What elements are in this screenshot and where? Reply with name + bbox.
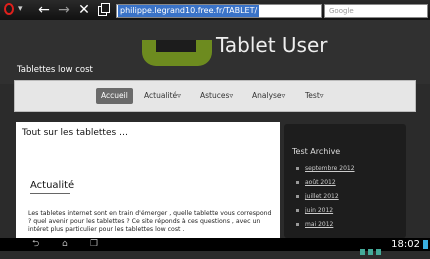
- opera-menu-button[interactable]: ▾: [2, 2, 28, 18]
- back-icon[interactable]: ⮌: [32, 239, 39, 250]
- bullet-icon: [296, 167, 299, 170]
- bullet-icon: [296, 181, 299, 184]
- nav-item-astuces[interactable]: Astuces▿: [200, 88, 233, 104]
- nav-item-test[interactable]: Test▿: [305, 88, 324, 104]
- system-bar: ⮌ ⌂ ❐ 18:02: [0, 238, 430, 255]
- forward-icon[interactable]: →: [56, 1, 72, 19]
- chevron-down-icon: ▿: [281, 91, 286, 100]
- home-icon[interactable]: ⌂: [62, 239, 68, 250]
- main-content: Tout sur les tablettes … Actualité Les t…: [16, 122, 280, 238]
- site-subtitle: Tablettes low cost: [17, 65, 93, 75]
- bullet-icon: [296, 223, 299, 226]
- archive-item[interactable]: août 2012: [296, 176, 355, 190]
- search-placeholder: Google: [329, 7, 354, 15]
- back-icon[interactable]: ←: [36, 1, 52, 19]
- page-title: Tout sur les tablettes …: [22, 128, 129, 138]
- opera-logo-icon: [4, 3, 14, 15]
- nav-item-label: Accueil: [101, 91, 128, 100]
- archive-item[interactable]: mai 2012: [296, 218, 355, 232]
- main-nav: Accueil Actualité▿ Astuces▿ Analyse▿ Tes…: [14, 80, 416, 112]
- nav-item-accueil[interactable]: Accueil: [96, 88, 133, 104]
- nav-item-label: Test: [305, 91, 320, 100]
- archive-link[interactable]: juin 2012: [305, 207, 333, 214]
- android-robot-icon: [142, 40, 212, 66]
- search-input[interactable]: Google: [324, 4, 428, 18]
- sidebar: Test Archive septembre 2012 août 2012 ju…: [284, 124, 406, 238]
- chevron-down-icon: ▾: [18, 4, 23, 14]
- sidebar-title: Test Archive: [292, 147, 341, 156]
- nav-item-label: Astuces: [200, 91, 230, 100]
- address-bar[interactable]: philippe.legrand10.free.fr/TABLET/: [116, 4, 322, 18]
- chevron-down-icon: ▿: [177, 91, 181, 100]
- bullet-icon: [296, 195, 299, 198]
- tabs-icon[interactable]: [96, 1, 110, 19]
- address-bar-text[interactable]: philippe.legrand10.free.fr/TABLET/: [118, 5, 260, 17]
- nav-item-analyse[interactable]: Analyse▿: [252, 88, 285, 104]
- article-title[interactable]: Actualité: [30, 180, 74, 191]
- bullet-icon: [296, 209, 299, 212]
- archive-link[interactable]: septembre 2012: [305, 165, 355, 172]
- clock: 18:02: [391, 239, 420, 250]
- archive-link[interactable]: mai 2012: [305, 221, 333, 228]
- nav-item-label: Analyse: [252, 91, 282, 100]
- chevron-down-icon: ▿: [229, 91, 234, 100]
- site-title: Tablet User: [216, 33, 328, 57]
- nav-item-actualite[interactable]: Actualité▿: [144, 88, 181, 104]
- browser-toolbar: ▾ ← → ✕ philippe.legrand10.free.fr/TABLE…: [0, 0, 430, 20]
- archive-item[interactable]: septembre 2012: [296, 162, 355, 176]
- archive-item[interactable]: juillet 2012: [296, 190, 355, 204]
- archive-link[interactable]: juillet 2012: [305, 193, 339, 200]
- divider: [30, 193, 70, 194]
- nav-item-label: Actualité: [144, 91, 178, 100]
- article-text: Les tabletes internet sont en train d'ém…: [28, 210, 272, 233]
- site-header: Tablet User Tablettes low cost: [0, 20, 430, 84]
- archive-list: septembre 2012 août 2012 juillet 2012 ju…: [296, 162, 355, 232]
- close-icon[interactable]: ✕: [76, 1, 92, 19]
- recent-apps-icon[interactable]: ❐: [90, 239, 98, 250]
- archive-link[interactable]: août 2012: [305, 179, 336, 186]
- chevron-down-icon: ▿: [319, 91, 324, 100]
- battery-icon: [423, 240, 428, 249]
- archive-item[interactable]: juin 2012: [296, 204, 355, 218]
